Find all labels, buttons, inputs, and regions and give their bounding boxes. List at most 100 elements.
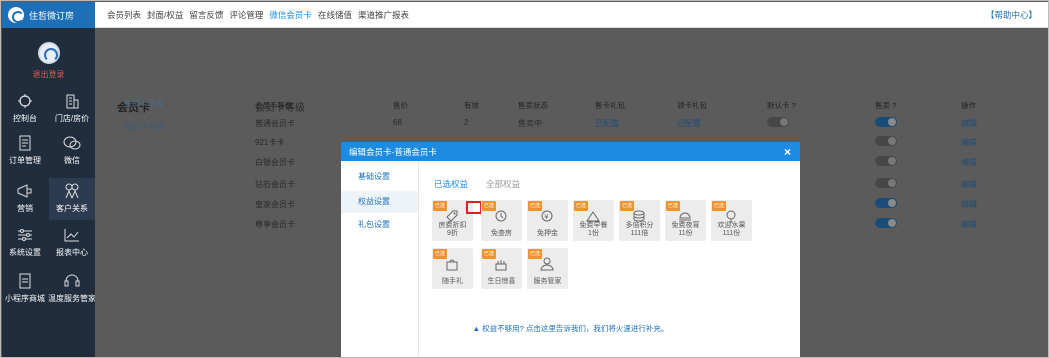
- benefit-tabs: 已选权益 全部权益: [434, 178, 520, 190]
- sidebar-item-store[interactable]: 门店/房价: [49, 88, 95, 130]
- night-snack-icon: [679, 212, 691, 221]
- no-inspection-icon: [495, 210, 507, 222]
- benefit-night-snack[interactable]: 已选 免费夜宵 11份: [665, 200, 706, 241]
- order-icon: [19, 135, 31, 151]
- benefit-butler[interactable]: 已选 服务管家: [527, 248, 568, 289]
- topnav-feedback[interactable]: 留言反馈: [189, 9, 223, 21]
- col-header-default: 默认卡 ?: [767, 101, 796, 110]
- no-deposit-icon: ¥: [541, 210, 553, 222]
- report-icon: [64, 229, 79, 242]
- feedback-link[interactable]: ▲ 权益不够用? 点击这里告诉我们，我们将火速进行补充。: [341, 323, 800, 334]
- benefit-no-deposit[interactable]: 已选 ¥ 免押金: [527, 200, 568, 241]
- benefit-welcome-fruit[interactable]: 已选 欢迎水果 111份: [711, 200, 752, 241]
- col-header-level: 会员卡等级: [255, 101, 293, 110]
- modal-header: 编辑会员卡-普通会员卡: [341, 142, 800, 161]
- sidebar-item-label: 客户关系: [56, 204, 88, 213]
- edit-link[interactable]: 编辑: [961, 118, 977, 129]
- sidebar-item-label: 控制台: [13, 114, 37, 123]
- benefit-breakfast[interactable]: 已选 免费早餐 1份: [573, 200, 614, 241]
- service-icon: [64, 274, 80, 287]
- on-sale-toggle[interactable]: [875, 178, 897, 188]
- col-header-action: 操作: [961, 101, 976, 110]
- card-level-name: 尊享会员卡: [255, 220, 295, 229]
- marketing-icon: [17, 184, 32, 198]
- edit-link[interactable]: 编辑: [961, 179, 977, 190]
- topnav-stored-value[interactable]: 在线储值: [318, 9, 352, 21]
- customer-icon: [65, 183, 79, 199]
- menu-basic-settings[interactable]: 基础设置: [341, 166, 418, 188]
- svg-text:¥: ¥: [545, 214, 549, 221]
- menu-benefit-settings[interactable]: 权益设置: [341, 191, 418, 213]
- col-header-on-sale: 售卖 ?: [875, 101, 897, 110]
- card-level-name: 钻石会员卡: [255, 180, 295, 189]
- sidebar-item-label: 微信: [64, 156, 80, 165]
- discount-tag-icon: [446, 210, 458, 222]
- edit-card-modal: 编辑会员卡-普通会员卡 × 基础设置 权益设置 礼包设置 已选权益 全部权益 已…: [341, 142, 800, 357]
- edit-link[interactable]: 编辑: [961, 137, 977, 148]
- avatar[interactable]: [38, 42, 60, 64]
- card-status: 售卖中: [518, 119, 542, 128]
- benefit-label: 生日惊喜: [487, 278, 516, 285]
- sidebar-item-orders[interactable]: 订单管理: [2, 130, 48, 172]
- default-card-toggle[interactable]: [767, 117, 789, 127]
- fruit-icon: [726, 210, 736, 223]
- app-window: 住哲微订房 退出登录 控制台 门店/房价 订单管理 微信 营销 客户关系 系统设…: [0, 0, 1049, 358]
- on-sale-toggle[interactable]: [875, 198, 897, 208]
- sidebar: 住哲微订房 退出登录 控制台 门店/房价 订单管理 微信 营销 客户关系 系统设…: [2, 2, 96, 357]
- on-sale-toggle[interactable]: [875, 156, 897, 166]
- sidebar-item-label: 报表中心: [56, 248, 88, 257]
- breakfast-icon: [586, 211, 600, 222]
- benefit-label: 免费早餐: [579, 222, 608, 229]
- brand[interactable]: 住哲微订房: [2, 2, 95, 28]
- benefit-birthday[interactable]: 已选 生日惊喜: [481, 248, 522, 289]
- tab-card-upgrade[interactable]: 会员卡升级: [124, 121, 164, 132]
- benefit-label: 免查房: [491, 230, 512, 237]
- benefit-multi-points[interactable]: 已选 多倍积分 111倍: [619, 200, 660, 241]
- sale-gift-link[interactable]: 已配置: [595, 118, 619, 129]
- edit-link[interactable]: 编辑: [961, 219, 977, 230]
- topnav-cover-benefits[interactable]: 封面/权益: [147, 9, 183, 21]
- butler-icon: [540, 257, 554, 271]
- on-sale-toggle[interactable]: [875, 218, 897, 228]
- close-icon[interactable]: ×: [784, 145, 791, 159]
- tab-card-settings[interactable]: 会员卡设置: [124, 98, 164, 109]
- settings-icon: [18, 229, 32, 241]
- logout-link[interactable]: 退出登录: [2, 69, 95, 80]
- benefit-label: 多倍积分: [625, 222, 654, 229]
- sidebar-item-marketing[interactable]: 营销: [2, 178, 48, 220]
- tab-all-benefits[interactable]: 全部权益: [486, 178, 520, 190]
- benefit-label: 免押金: [537, 230, 558, 237]
- edit-link[interactable]: 编辑: [961, 157, 977, 168]
- sidebar-item-customer[interactable]: 客户关系: [49, 178, 95, 220]
- birthday-icon: [495, 260, 507, 271]
- mall-icon: [19, 273, 31, 289]
- sidebar-item-label: 小程序商城: [5, 294, 45, 303]
- on-sale-toggle[interactable]: [875, 117, 897, 127]
- wechat-icon: [63, 136, 81, 150]
- col-header-price: 售价: [393, 101, 408, 110]
- on-sale-toggle[interactable]: [875, 136, 897, 146]
- sidebar-item-dashboard[interactable]: 控制台: [2, 88, 48, 130]
- sidebar-item-mall[interactable]: 小程序商城: [2, 268, 48, 310]
- topnav-reviews[interactable]: 评论管理: [229, 9, 263, 21]
- store-icon: [66, 94, 79, 109]
- claim-gift-link[interactable]: 已配置: [677, 118, 701, 129]
- topnav-channel-report[interactable]: 渠道推广报表: [358, 9, 409, 21]
- sidebar-item-settings[interactable]: 系统设置: [2, 222, 48, 264]
- benefit-sub: 111份: [722, 230, 741, 237]
- menu-gift-settings[interactable]: 礼包设置: [341, 214, 418, 236]
- tab-selected-benefits[interactable]: 已选权益: [434, 178, 468, 190]
- topnav-member-list[interactable]: 会员列表: [107, 9, 141, 21]
- card-price: 68: [393, 118, 402, 127]
- benefit-gift[interactable]: 已选 随手礼: [432, 248, 473, 289]
- help-center-link[interactable]: 【帮助中心】: [986, 9, 1037, 21]
- topnav-wechat-card[interactable]: 微信会员卡: [269, 9, 312, 21]
- sidebar-item-service[interactable]: 温度服务管家: [48, 268, 96, 310]
- sidebar-item-label: 订单管理: [9, 156, 41, 165]
- benefit-label: 房费折扣: [438, 222, 467, 229]
- sidebar-item-wechat[interactable]: 微信: [49, 130, 95, 172]
- delete-benefit-highlight[interactable]: [466, 201, 482, 214]
- edit-link[interactable]: 编辑: [961, 199, 977, 210]
- benefit-no-inspection[interactable]: 已选 免查房: [481, 200, 522, 241]
- sidebar-item-reports[interactable]: 报表中心: [49, 222, 95, 264]
